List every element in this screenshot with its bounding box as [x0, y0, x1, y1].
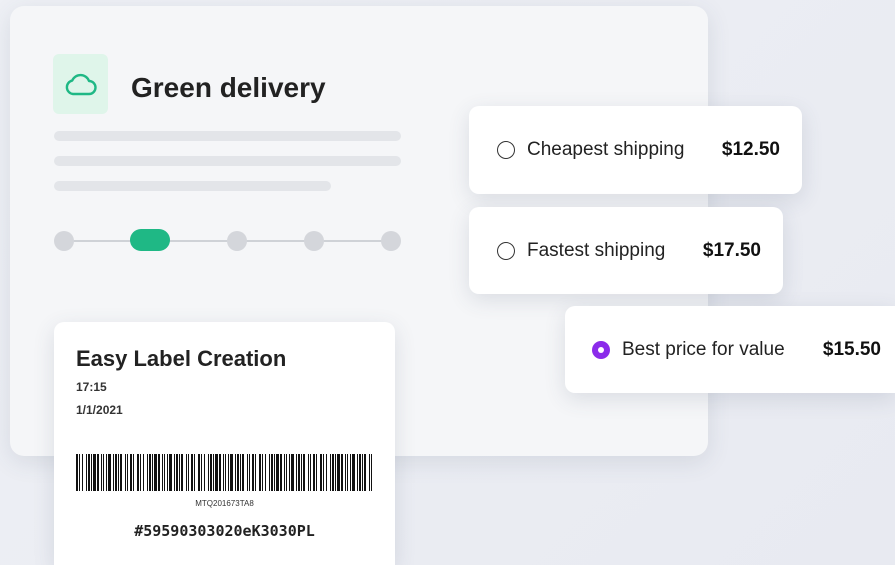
- stepper-step[interactable]: [54, 231, 74, 251]
- shipping-option-label: Best price for value: [622, 338, 785, 360]
- label-date: 1/1/2021: [76, 403, 123, 417]
- shipping-option-label: Cheapest shipping: [527, 139, 685, 160]
- shipping-option-price: $12.50: [721, 139, 780, 160]
- tracking-number: #59590303020eK3030PL: [134, 522, 315, 540]
- progress-stepper: [54, 228, 406, 254]
- stepper-step[interactable]: [227, 231, 247, 251]
- shipping-option-price: $17.50: [702, 239, 761, 261]
- shipping-option-cheapest[interactable]: Cheapest shipping $12.50: [469, 106, 802, 194]
- placeholder-line: [54, 156, 401, 166]
- shipping-label-card: Easy Label Creation 17:15 1/1/2021 MTQ20…: [54, 322, 395, 565]
- placeholder-line: [54, 181, 331, 191]
- radio-button[interactable]: [497, 141, 515, 159]
- label-title: Easy Label Creation: [76, 346, 287, 371]
- radio-button-selected[interactable]: [592, 340, 610, 359]
- barcode-number: MTQ201673TA8: [195, 499, 254, 508]
- placeholder-line: [54, 131, 401, 141]
- radio-button[interactable]: [497, 241, 515, 260]
- shipping-option-best-value[interactable]: Best price for value $15.50: [565, 306, 895, 393]
- page-title: Green delivery: [131, 72, 326, 103]
- stepper-step[interactable]: [304, 231, 324, 251]
- label-time: 17:15: [76, 380, 107, 394]
- stepper-step-active[interactable]: [130, 229, 170, 251]
- shipping-option-price: $15.50: [822, 338, 881, 360]
- cloud-icon: [65, 73, 97, 96]
- barcode: [76, 454, 372, 491]
- stepper-step[interactable]: [381, 231, 401, 251]
- shipping-option-fastest[interactable]: Fastest shipping $17.50: [469, 207, 783, 294]
- shipping-option-label: Fastest shipping: [527, 239, 666, 261]
- cloud-icon-tile: [53, 54, 108, 114]
